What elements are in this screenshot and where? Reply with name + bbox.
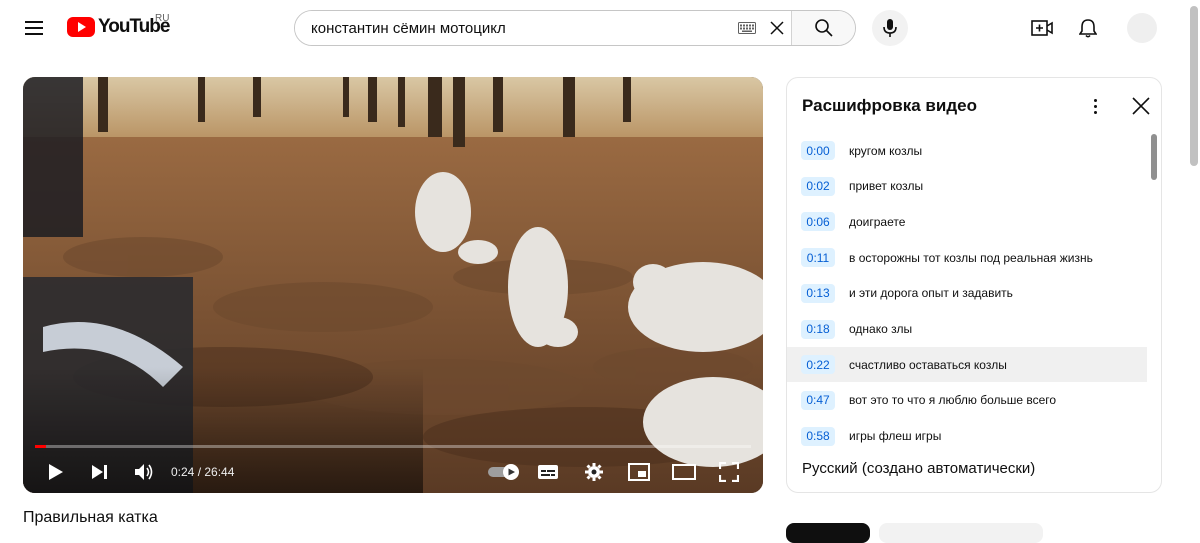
miniplayer-icon	[628, 463, 650, 481]
fullscreen-button[interactable]	[714, 457, 744, 487]
transcript-segment[interactable]: 0:47 вот это то что я люблю больше всего	[787, 383, 1147, 418]
volume-icon	[135, 464, 153, 480]
segment-timestamp: 0:22	[801, 355, 835, 375]
player-controls: 0:24 / 26:44	[23, 451, 763, 493]
segment-text: кругом козлы	[849, 143, 923, 158]
transcript-segment[interactable]: 0:58 игры флеш игры	[787, 419, 1147, 454]
play-icon	[49, 464, 63, 480]
clear-search-icon[interactable]	[763, 11, 791, 45]
segment-timestamp: 0:58	[801, 426, 835, 446]
guide-menu-button[interactable]	[16, 10, 52, 46]
transcript-segment[interactable]: 0:11 в осторожны тот козлы под реальная ж…	[787, 240, 1147, 275]
youtube-logo[interactable]: YouTube RU	[67, 13, 170, 38]
page-scrollbar[interactable]	[1190, 6, 1198, 166]
segment-timestamp: 0:00	[801, 141, 835, 160]
skip-next-icon	[92, 465, 107, 479]
next-button[interactable]	[85, 457, 115, 487]
chip-active[interactable]	[786, 523, 870, 543]
video-title: Правильная катка	[23, 509, 158, 526]
segment-timestamp: 0:13	[801, 283, 835, 303]
transcript-segment[interactable]: 0:00 кругом козлы	[787, 133, 1147, 168]
transcript-segment[interactable]: 0:13 и эти дорога опыт и задавить	[787, 276, 1147, 311]
create-video-icon	[1031, 20, 1053, 36]
video-frame	[23, 77, 763, 493]
mute-button[interactable]	[129, 457, 159, 487]
segment-text: счастливо оставаться козлы	[849, 357, 1007, 372]
more-icon-dot	[1093, 98, 1097, 102]
transcript-title: Расшифровка видео	[802, 96, 977, 115]
bell-icon	[1079, 19, 1097, 38]
voice-search-button[interactable]	[872, 10, 908, 46]
segment-text: и эти дорога опыт и задавить	[849, 286, 1013, 301]
fullscreen-icon	[719, 462, 739, 482]
segment-text: привет козлы	[849, 179, 924, 194]
segment-timestamp: 0:06	[801, 212, 835, 232]
masthead: YouTube RU	[0, 0, 1200, 56]
miniplayer-button[interactable]	[624, 457, 654, 487]
menu-icon-line	[25, 27, 43, 29]
segment-timestamp: 0:02	[801, 176, 835, 196]
segment-text: доиграете	[849, 214, 906, 229]
avatar[interactable]	[1127, 13, 1157, 43]
search-box	[294, 10, 856, 46]
time-display: 0:24 / 26:44	[171, 465, 235, 479]
chip[interactable]	[879, 523, 1043, 543]
subtitles-button[interactable]	[533, 457, 563, 487]
segment-text: однако злы	[849, 322, 913, 336]
play-button[interactable]	[41, 457, 71, 487]
segment-text: в осторожны тот козлы под реальная жизнь	[849, 250, 1093, 265]
search-icon	[814, 19, 833, 37]
more-icon-dot	[1093, 104, 1097, 108]
create-button[interactable]	[1028, 14, 1056, 42]
segment-text: игры флеш игры	[849, 429, 942, 444]
search-button[interactable]	[791, 11, 855, 45]
country-code: RU	[155, 13, 170, 24]
autoplay-toggle-icon	[488, 464, 519, 480]
transcript-language-selector[interactable]: Русский (создано автоматически)	[802, 460, 1035, 477]
keyboard-icon[interactable]	[737, 11, 757, 45]
youtube-play-icon	[67, 17, 95, 37]
subtitles-icon	[538, 465, 558, 479]
settings-button[interactable]	[579, 457, 609, 487]
notifications-button[interactable]	[1074, 14, 1102, 42]
autoplay-toggle[interactable]	[485, 457, 523, 487]
microphone-icon	[883, 19, 897, 37]
video-player[interactable]: 0:24 / 26:44	[23, 77, 763, 493]
segment-text: вот это то что я люблю больше всего	[849, 393, 1057, 408]
transcript-panel: Расшифровка видео 0:00 кругом козлы 0:02 пр…	[786, 77, 1162, 493]
menu-icon-line	[25, 21, 43, 23]
transcript-segment[interactable]: 0:06 доиграете	[787, 204, 1147, 239]
segment-timestamp: 0:11	[801, 248, 835, 268]
transcript-scrollbar[interactable]	[1151, 134, 1157, 180]
search-input[interactable]	[295, 11, 737, 45]
menu-icon-line	[25, 33, 43, 35]
transcript-close-button[interactable]	[1129, 94, 1153, 118]
transcript-segment[interactable]: 0:18 однако злы	[787, 312, 1147, 347]
more-icon-dot	[1093, 110, 1097, 114]
transcript-segment[interactable]: 0:02 привет козлы	[787, 169, 1147, 204]
theater-mode-button[interactable]	[669, 457, 699, 487]
segment-timestamp: 0:18	[801, 319, 835, 339]
theater-mode-icon	[672, 464, 696, 480]
close-icon	[1132, 97, 1150, 115]
transcript-segment[interactable]: 0:22 счастливо оставаться козлы	[787, 347, 1147, 383]
segment-timestamp: 0:47	[801, 390, 835, 410]
progress-played	[35, 445, 46, 448]
progress-bar[interactable]	[35, 445, 751, 448]
gear-icon	[585, 463, 603, 481]
transcript-menu-button[interactable]	[1083, 94, 1107, 118]
